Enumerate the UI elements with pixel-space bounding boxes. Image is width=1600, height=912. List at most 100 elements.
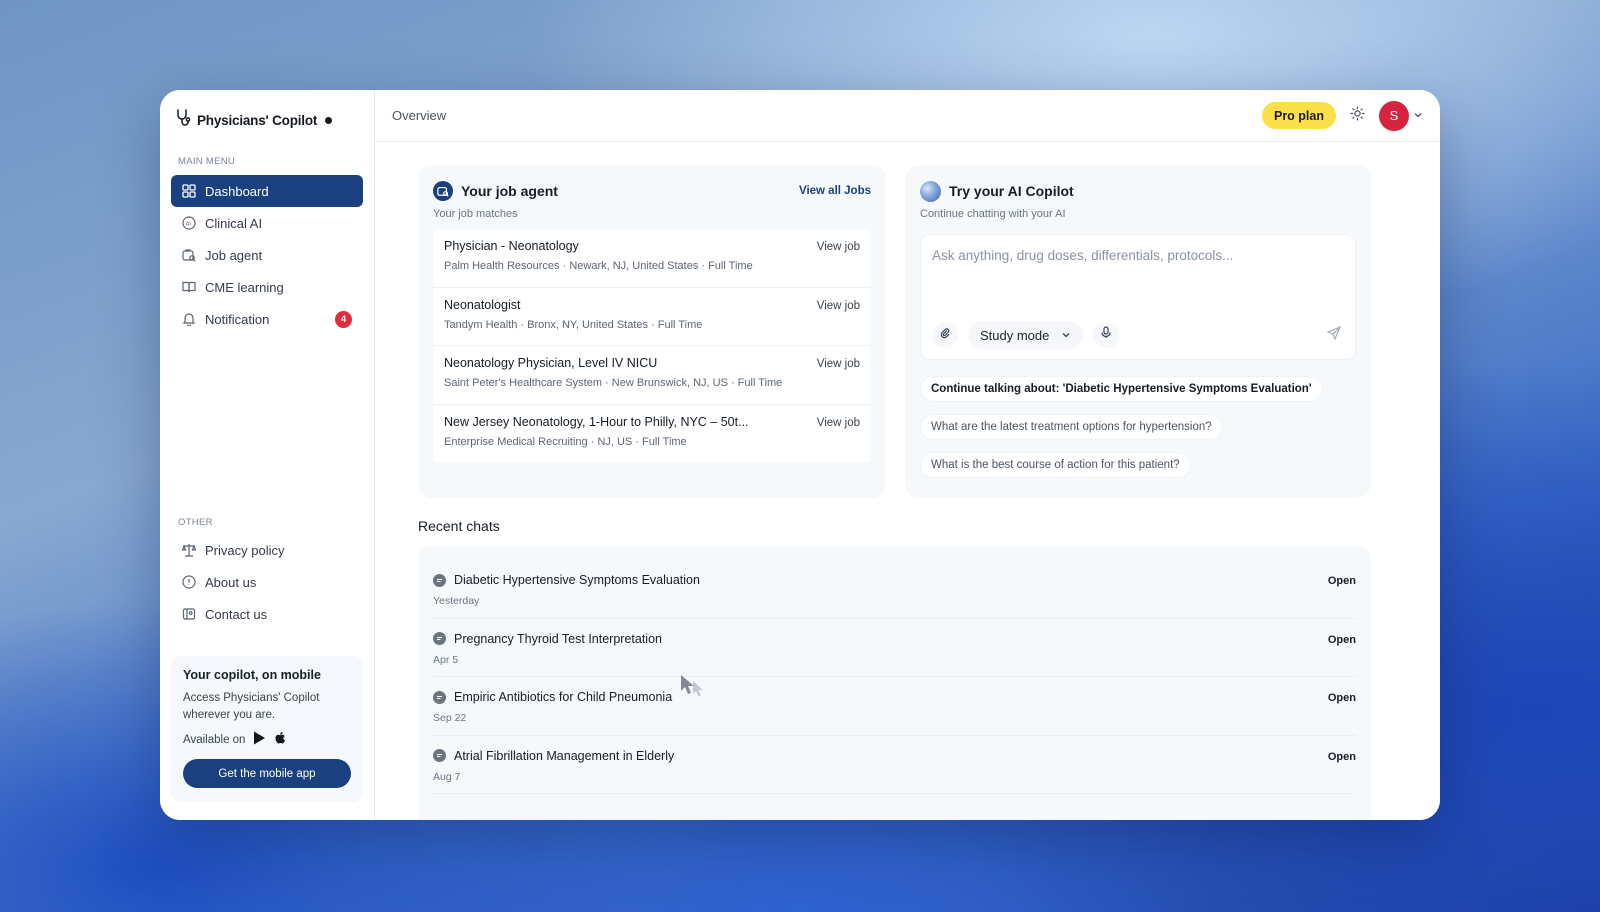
job-agent-card: Your job agent View all Jobs Your job ma…: [418, 165, 886, 498]
open-chat-link[interactable]: Open: [1328, 751, 1356, 763]
study-mode-dropdown[interactable]: Study mode: [968, 321, 1084, 349]
sidebar-item-notification[interactable]: Notification 4: [171, 303, 363, 335]
paperclip-icon: [939, 326, 951, 344]
job-item[interactable]: Physician - Neonatology Palm Health Reso…: [433, 229, 871, 288]
chat-date: Aug 7: [433, 770, 461, 783]
apple-icon[interactable]: [274, 731, 287, 748]
get-mobile-app-button[interactable]: Get the mobile app: [183, 759, 351, 788]
breadcrumb: Overview: [392, 108, 447, 123]
view-job-link[interactable]: View job: [817, 241, 860, 253]
sidebar-item-label: About us: [205, 574, 257, 590]
sidebar-item-about-us[interactable]: About us: [171, 566, 363, 598]
microphone-icon: [1100, 326, 1112, 344]
app-window: Physicians' Copilot MAIN MENU Dashboard …: [160, 90, 1440, 820]
open-chat-link[interactable]: Open: [1328, 634, 1356, 646]
send-button[interactable]: [1326, 325, 1342, 345]
job-title: Neonatologist: [444, 297, 521, 312]
job-title: Physician - Neonatology: [444, 239, 579, 253]
job-meta: Tandym Health · Bronx, NY, United States…: [444, 318, 703, 331]
bell-icon: [182, 312, 196, 326]
view-job-link[interactable]: View job: [817, 417, 860, 429]
suggestion-chip[interactable]: What is the best course of action for th…: [920, 452, 1191, 478]
main-menu: Dashboard AI Clinical AI Job agent CME l…: [171, 175, 363, 335]
grid-icon: [182, 184, 196, 198]
user-menu[interactable]: S: [1379, 100, 1423, 131]
job-agent-title: Your job agent: [461, 183, 558, 199]
suggestion-list: Continue talking about: 'Diabetic Hypert…: [920, 376, 1356, 490]
chat-date: Yesterday: [433, 595, 480, 607]
view-job-link[interactable]: View job: [817, 300, 860, 312]
mobile-card-title: Your copilot, on mobile: [183, 668, 321, 682]
suggestion-chip[interactable]: What are the latest treatment options fo…: [920, 414, 1223, 440]
sidebar-item-cme-learning[interactable]: CME learning: [171, 271, 363, 303]
job-item[interactable]: New Jersey Neonatology, 1-Hour to Philly…: [433, 405, 871, 464]
topbar-actions: Pro plan S: [1261, 100, 1423, 131]
chevron-down-icon: [1061, 328, 1071, 343]
sidebar-item-label: CME learning: [205, 279, 284, 295]
view-all-jobs-link[interactable]: View all Jobs: [799, 185, 871, 197]
sidebar-item-label: Privacy policy: [205, 542, 285, 558]
job-search-icon: [182, 248, 196, 262]
attach-button[interactable]: [932, 322, 958, 348]
voice-button[interactable]: [1093, 322, 1120, 348]
chat-title: Empiric Antibiotics for Child Pneumonia: [454, 690, 673, 704]
suggestion-chip[interactable]: Continue talking about: 'Diabetic Hypert…: [920, 376, 1323, 402]
job-item[interactable]: Neonatology Physician, Level IV NICU Sai…: [433, 346, 871, 405]
ai-copilot-card: Try your AI Copilot Continue chatting wi…: [905, 165, 1371, 498]
send-icon: [1326, 325, 1342, 344]
copilot-orb-icon: [920, 180, 941, 202]
pro-plan-badge[interactable]: Pro plan: [1261, 102, 1336, 129]
brand-name: Physicians' Copilot: [197, 112, 318, 128]
view-job-link[interactable]: View job: [817, 358, 860, 370]
composer-toolbar: Study mode: [932, 321, 1342, 349]
copilot-title: Try your AI Copilot: [949, 183, 1074, 199]
job-matches-subtitle: Your job matches: [433, 208, 518, 220]
brand-dot: [325, 116, 333, 124]
sidebar-item-label: Notification: [205, 311, 270, 327]
open-chat-link[interactable]: Open: [1328, 692, 1356, 704]
job-meta: Palm Health Resources · Newark, NJ, Unit…: [444, 260, 753, 272]
contact-book-icon: [182, 607, 196, 621]
book-icon: [182, 280, 196, 294]
open-chat-link[interactable]: Open: [1328, 575, 1356, 587]
store-availability: Available on: [183, 731, 351, 748]
chat-title: Atrial Fibrillation Management in Elderl…: [454, 748, 675, 763]
job-title: Neonatology Physician, Level IV NICU: [444, 356, 658, 370]
scale-icon: [182, 543, 196, 557]
avatar[interactable]: S: [1379, 100, 1409, 131]
other-menu-label: OTHER: [178, 517, 213, 528]
job-agent-icon: [433, 181, 453, 201]
main-content: Overview Pro plan S Your job agent View …: [375, 90, 1440, 820]
sidebar-item-privacy-policy[interactable]: Privacy policy: [171, 534, 363, 566]
available-on-label: Available on: [183, 733, 246, 746]
topbar: Overview Pro plan S: [375, 90, 1440, 142]
chevron-down-icon[interactable]: [1413, 107, 1423, 125]
chat-item[interactable]: Empiric Antibiotics for Child Pneumonia …: [433, 677, 1356, 736]
google-play-icon[interactable]: [253, 731, 266, 748]
job-item[interactable]: Neonatologist Tandym Health · Bronx, NY,…: [433, 288, 871, 346]
sidebar-item-contact-us[interactable]: Contact us: [171, 598, 363, 630]
sidebar-item-label: Job agent: [205, 247, 263, 263]
chat-item[interactable]: Pregnancy Thyroid Test Interpretation Ap…: [433, 619, 1356, 677]
mobile-card-description: Access Physicians' Copilot wherever you …: [183, 692, 320, 721]
sidebar-item-clinical-ai[interactable]: AI Clinical AI: [171, 207, 363, 239]
sidebar-item-label: Dashboard: [205, 183, 269, 199]
ai-chip-icon: AI: [182, 216, 196, 230]
sun-icon[interactable]: [1350, 105, 1365, 126]
job-title: New Jersey Neonatology, 1-Hour to Philly…: [444, 414, 749, 429]
job-meta: Saint Peter's Healthcare System · New Br…: [444, 377, 783, 389]
other-menu: Privacy policy About us Contact us: [171, 534, 363, 630]
chat-title: Diabetic Hypertensive Symptoms Evaluatio…: [454, 573, 700, 587]
sidebar-item-job-agent[interactable]: Job agent: [171, 239, 363, 271]
chat-item[interactable]: Diabetic Hypertensive Symptoms Evaluatio…: [433, 560, 1356, 619]
sidebar: Physicians' Copilot MAIN MENU Dashboard …: [160, 90, 375, 820]
brand-logo[interactable]: Physicians' Copilot: [171, 108, 363, 132]
main-menu-label: MAIN MENU: [178, 156, 236, 167]
chat-bubble-icon: [433, 573, 446, 587]
chat-composer: Study mode: [920, 234, 1356, 360]
study-mode-label: Study mode: [980, 327, 1050, 343]
chat-input[interactable]: [932, 248, 1344, 263]
sidebar-item-dashboard[interactable]: Dashboard: [171, 175, 363, 207]
chat-item[interactable]: Atrial Fibrillation Management in Elderl…: [433, 736, 1356, 794]
sidebar-item-label: Contact us: [205, 606, 268, 622]
